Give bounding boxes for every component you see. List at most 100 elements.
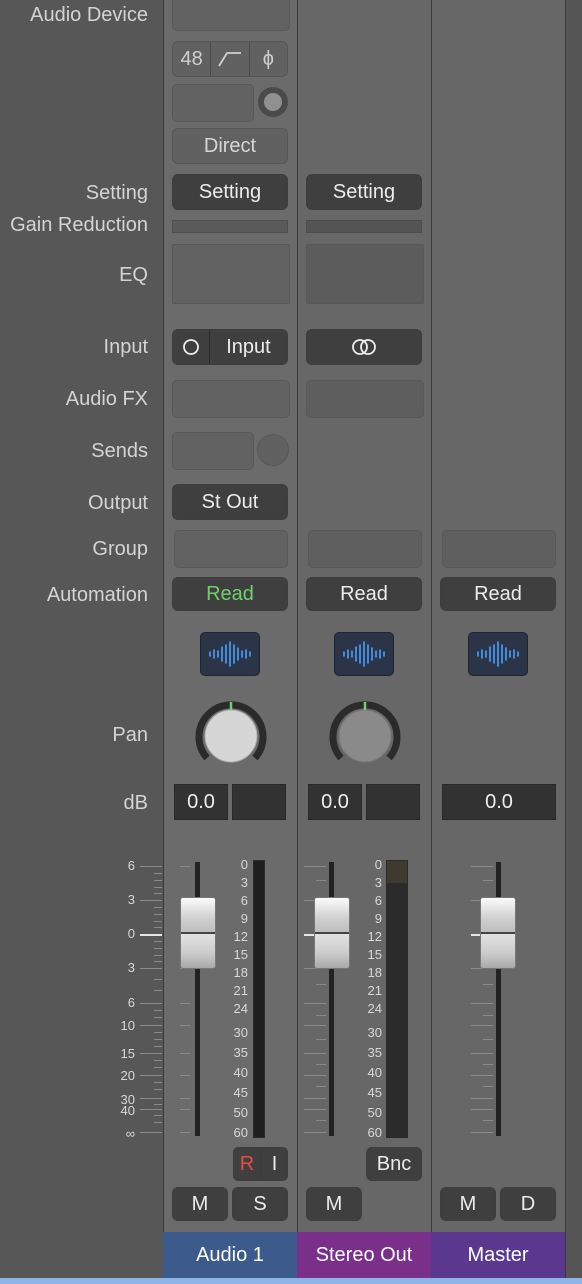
direct-button[interactable]: Direct xyxy=(172,128,288,164)
input-gain-knob-icon[interactable] xyxy=(258,87,288,117)
label-setting: Setting xyxy=(85,182,148,204)
direct-label: Direct xyxy=(203,134,257,157)
record-label: R xyxy=(239,1152,255,1175)
mute-button-stereo-out[interactable]: M xyxy=(306,1187,362,1221)
volume-fader-audio-1[interactable] xyxy=(180,897,216,969)
audio-fx-slot[interactable] xyxy=(172,380,290,418)
audio-device-slot[interactable] xyxy=(172,0,290,31)
meter-label: 18 xyxy=(233,965,248,980)
input-monitor-button[interactable]: I xyxy=(261,1147,288,1181)
gain-reduction-meter-stereo xyxy=(306,220,422,233)
automation-mode-stereo-out[interactable]: Read xyxy=(306,577,422,611)
automation-label: Read xyxy=(340,582,388,605)
gain-reduction-meter xyxy=(172,220,288,233)
automation-mode-audio-1[interactable]: Read xyxy=(172,577,288,611)
label-sends: Sends xyxy=(91,440,148,462)
dim-label: D xyxy=(520,1192,536,1215)
track-name-master[interactable]: Master xyxy=(431,1232,565,1278)
audio-fx-slot-stereo-out[interactable] xyxy=(306,380,424,418)
track-name-label: Master xyxy=(467,1243,529,1266)
meter-label: 12 xyxy=(233,929,248,944)
scale-label: 15 xyxy=(120,1046,135,1061)
phase-invert-button[interactable]: ϕ xyxy=(250,42,287,76)
dim-button-master[interactable]: D xyxy=(500,1187,556,1221)
strip-divider xyxy=(565,0,582,1284)
meter-label: 50 xyxy=(233,1105,248,1120)
track-name-audio-1[interactable]: Audio 1 xyxy=(163,1232,297,1278)
meter-label: 15 xyxy=(367,947,382,962)
automation-mode-master[interactable]: Read xyxy=(440,577,556,611)
sample-rate[interactable]: 48 xyxy=(173,42,212,76)
db-value: 0.0 xyxy=(321,790,349,813)
level-meter-stereo-out xyxy=(386,860,408,1138)
highpass-filter-icon[interactable] xyxy=(211,42,250,76)
sends-slot[interactable] xyxy=(172,432,254,470)
db-value: 0.0 xyxy=(187,790,215,813)
track-icon-stereo-out[interactable] xyxy=(334,632,394,676)
input-label: Input xyxy=(226,335,271,358)
volume-fader-master[interactable] xyxy=(480,897,516,969)
group-slot-audio-1[interactable] xyxy=(174,530,288,568)
input-format-stereo-out[interactable] xyxy=(306,329,422,365)
meter-label: 9 xyxy=(240,911,248,926)
meter-label: 45 xyxy=(233,1085,248,1100)
peak-value-stereo-out[interactable] xyxy=(366,784,420,820)
scale-label: 3 xyxy=(127,892,135,907)
send-knob-icon[interactable] xyxy=(257,434,289,466)
audio-device-controls: 48 ϕ xyxy=(172,41,288,77)
group-slot-stereo-out[interactable] xyxy=(308,530,422,568)
meter-scale-stereo-out: 0 3 6 9 12 15 18 21 24 30 35 40 45 50 60 xyxy=(358,857,386,1140)
meter-label: 3 xyxy=(374,875,382,890)
eq-display[interactable] xyxy=(172,244,290,304)
meter-label: 0 xyxy=(374,857,382,872)
meter-label: 0 xyxy=(240,857,248,872)
db-value: 0.0 xyxy=(485,790,513,813)
output-slot-audio-1[interactable]: St Out xyxy=(172,484,288,520)
meter-label: 30 xyxy=(233,1025,248,1040)
input-format-mono-icon[interactable] xyxy=(173,330,210,364)
pan-knob-audio-1[interactable] xyxy=(195,698,267,770)
bounce-button[interactable]: Bnc xyxy=(366,1147,422,1181)
stereo-link-icon xyxy=(352,339,376,355)
volume-value-master[interactable]: 0.0 xyxy=(442,784,556,820)
scale-label: ∞ xyxy=(125,1126,135,1141)
pan-knob-stereo-out[interactable] xyxy=(329,698,401,770)
meter-label: 40 xyxy=(367,1065,382,1080)
input-gain-slot[interactable] xyxy=(172,84,254,122)
meter-label: 60 xyxy=(367,1125,382,1140)
input-slot-audio-1[interactable]: Input xyxy=(172,329,288,365)
label-gain-reduction: Gain Reduction xyxy=(10,214,148,236)
meter-label: 9 xyxy=(374,911,382,926)
meter-label: 12 xyxy=(367,929,382,944)
record-enable-button[interactable]: R xyxy=(233,1147,261,1181)
setting-button-audio-1[interactable]: Setting xyxy=(172,174,288,210)
bounce-label: Bnc xyxy=(376,1152,412,1175)
meter-label: 6 xyxy=(374,893,382,908)
volume-value-stereo-out[interactable]: 0.0 xyxy=(308,784,362,820)
meter-label: 21 xyxy=(233,983,248,998)
label-eq: EQ xyxy=(119,264,148,286)
setting-label: Setting xyxy=(332,180,396,203)
eq-display-stereo-out[interactable] xyxy=(306,244,424,304)
peak-value-audio-1[interactable] xyxy=(232,784,286,820)
volume-value-audio-1[interactable]: 0.0 xyxy=(174,784,228,820)
waveform-icon xyxy=(209,641,251,667)
solo-button-audio-1[interactable]: S xyxy=(232,1187,288,1221)
waveform-icon xyxy=(343,641,385,667)
volume-fader-stereo-out[interactable] xyxy=(314,897,350,969)
track-icon-audio-1[interactable] xyxy=(200,632,260,676)
scale-label: 40 xyxy=(120,1103,135,1118)
group-slot-master[interactable] xyxy=(442,530,556,568)
mute-button-audio-1[interactable]: M xyxy=(172,1187,228,1221)
meter-label: 21 xyxy=(367,983,382,998)
track-name-stereo-out[interactable]: Stereo Out xyxy=(297,1232,431,1278)
meter-label: 24 xyxy=(367,1001,382,1016)
meter-label: 18 xyxy=(367,965,382,980)
label-audio-device: Audio Device xyxy=(30,4,148,26)
solo-label: S xyxy=(253,1192,267,1215)
label-pan: Pan xyxy=(112,724,148,746)
mute-button-master[interactable]: M xyxy=(440,1187,496,1221)
track-icon-master[interactable] xyxy=(468,632,528,676)
setting-button-stereo-out[interactable]: Setting xyxy=(306,174,422,210)
selection-bar xyxy=(0,1278,582,1284)
